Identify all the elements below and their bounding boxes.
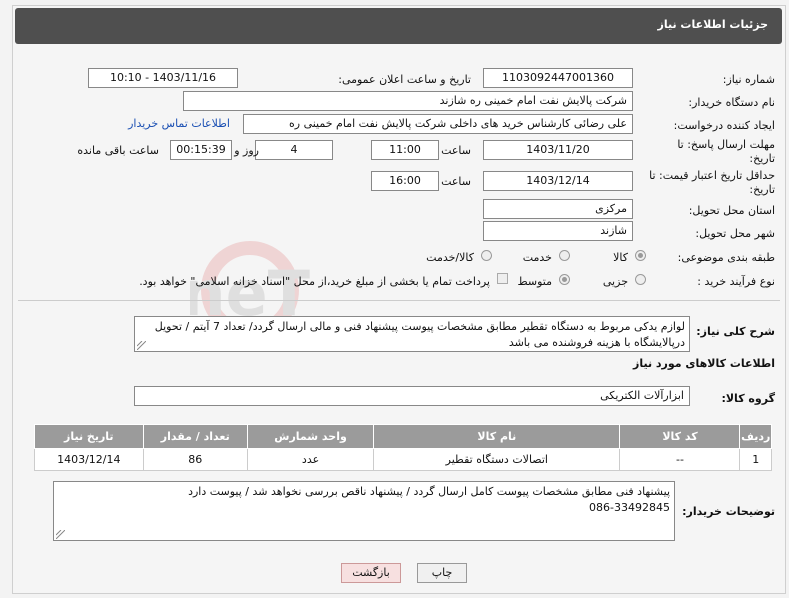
col-code: کد کالا	[619, 424, 741, 449]
buyer-org-label: نام دستگاه خریدار:	[688, 96, 775, 109]
cell-unit: عدد	[246, 448, 375, 471]
treasury-payment-checkbox[interactable]	[497, 273, 508, 284]
city-field: شازند	[483, 221, 633, 241]
reply-deadline-label: مهلت ارسال پاسخ: تا	[677, 138, 775, 151]
process-option-minor: جزیی	[602, 275, 628, 288]
remaining-time-field: 00:15:39	[170, 140, 232, 160]
category-radio-service[interactable]	[559, 250, 570, 261]
col-unit: واحد شمارش	[246, 424, 375, 449]
process-radio-minor[interactable]	[635, 274, 646, 285]
price-validity-time-field: 16:00	[371, 171, 439, 191]
col-date: تاریخ نیاز	[34, 424, 144, 449]
days-label: روز و	[234, 144, 259, 157]
price-validity-label: حداقل تاریخ اعتبار قیمت: تا	[649, 169, 775, 182]
remaining-time-label: ساعت باقی مانده	[77, 144, 159, 157]
cell-qty: 86	[142, 448, 248, 471]
reply-date-field: 1403/11/20	[483, 140, 633, 160]
need-number-label: شماره نیاز:	[722, 73, 775, 86]
buyer-notes-line-1: پیشنهاد فنی مطابق مشخصات پیوست کامل ارسا…	[188, 485, 670, 498]
remaining-days-field: 4	[255, 140, 333, 160]
goods-group-label: گروه کالا:	[721, 392, 775, 405]
page-title: جزئیات اطلاعات نیاز	[657, 18, 769, 31]
col-name: نام کالا	[373, 424, 621, 449]
header-bar: جزئیات اطلاعات نیاز	[15, 8, 782, 44]
treasury-payment-note: پرداخت تمام یا بخشی از مبلغ خرید،از محل …	[139, 275, 490, 288]
category-option-goods: کالا	[613, 251, 628, 264]
category-option-both: کالا/خدمت	[426, 251, 474, 264]
col-row: ردیف	[739, 424, 772, 449]
cell-row: 1	[739, 448, 772, 471]
category-radio-goods[interactable]	[635, 250, 646, 261]
price-validity-label-2: تاریخ:	[749, 183, 775, 196]
announce-datetime-field: 1403/11/16 - 10:10	[88, 68, 238, 88]
city-label: شهر محل تحویل:	[695, 227, 775, 240]
divider	[18, 300, 780, 301]
description-text: لوازم یدکی مربوط به دستگاه تقطیر مطابق م…	[154, 320, 685, 349]
requester-label: ایجاد کننده درخواست:	[673, 119, 775, 132]
table-row: 1 -- اتصالات دستگاه تقطیر عدد 86 1403/12…	[34, 448, 772, 471]
process-option-medium: متوسط	[517, 275, 552, 288]
cell-name: اتصالات دستگاه تقطیر	[373, 448, 621, 471]
province-label: استان محل تحویل:	[688, 204, 775, 217]
cell-date: 1403/12/14	[34, 448, 144, 471]
process-type-label: نوع فرآیند خرید :	[697, 275, 775, 288]
cell-code: --	[619, 448, 741, 471]
goods-table-header: ردیف کد کالا نام کالا واحد شمارش تعداد /…	[34, 424, 772, 449]
requester-field: علی رضائی کارشناس خرید های داخلی شرکت پا…	[243, 114, 633, 134]
category-label: طبقه بندی موضوعی:	[677, 251, 775, 264]
announce-datetime-label: تاریخ و ساعت اعلان عمومی:	[338, 73, 471, 86]
resize-handle-icon[interactable]	[56, 530, 65, 539]
reply-time-field: 11:00	[371, 140, 439, 160]
description-label: شرح کلی نیاز:	[696, 325, 775, 338]
buyer-notes-line-2: 086-33492845	[589, 501, 670, 514]
col-qty: تعداد / مقدار	[142, 424, 248, 449]
goods-info-title: اطلاعات کالاهای مورد نیاز	[633, 357, 775, 370]
goods-table: ردیف کد کالا نام کالا واحد شمارش تعداد /…	[34, 424, 772, 471]
back-button[interactable]: بازگشت	[341, 563, 401, 583]
buyer-notes-textarea: پیشنهاد فنی مطابق مشخصات پیوست کامل ارسا…	[53, 481, 675, 541]
resize-handle-icon[interactable]	[137, 341, 146, 350]
buyer-org-field: شرکت پالایش نفت امام خمینی ره شازند	[183, 91, 633, 111]
price-validity-time-label: ساعت	[441, 175, 471, 188]
price-validity-date-field: 1403/12/14	[483, 171, 633, 191]
buyer-contact-link[interactable]: اطلاعات تماس خریدار	[128, 117, 230, 130]
process-radio-medium[interactable]	[559, 274, 570, 285]
goods-group-field: ابزارآلات الکتریکی	[134, 386, 690, 406]
print-button[interactable]: چاپ	[417, 563, 467, 583]
category-radio-both[interactable]	[481, 250, 492, 261]
need-number-field: 1103092447001360	[483, 68, 633, 88]
category-option-service: خدمت	[522, 251, 552, 264]
reply-time-label: ساعت	[441, 144, 471, 157]
reply-deadline-label-2: تاریخ:	[749, 152, 775, 165]
description-textarea: لوازم یدکی مربوط به دستگاه تقطیر مطابق م…	[134, 316, 690, 352]
buyer-notes-label: توضیحات خریدار:	[682, 505, 775, 518]
province-field: مرکزی	[483, 199, 633, 219]
